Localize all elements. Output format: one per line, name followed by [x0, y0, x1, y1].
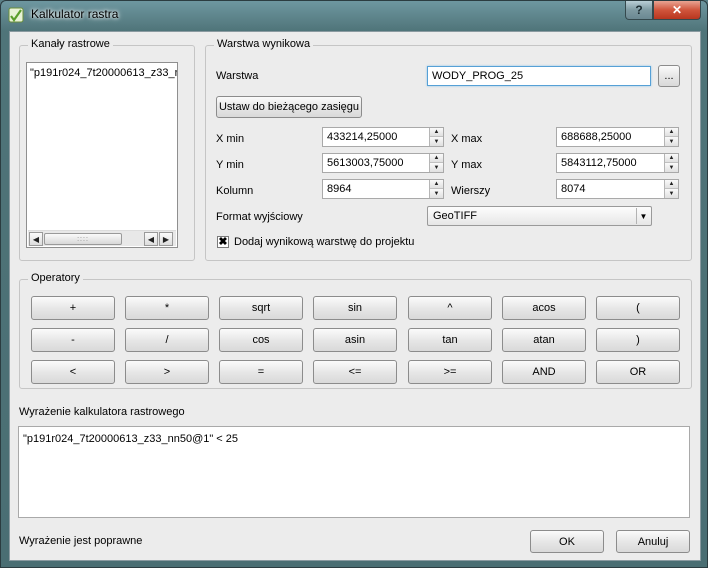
spin-buttons: ▲ ▼: [429, 128, 443, 146]
arrow-down-icon[interactable]: ▼: [665, 137, 678, 146]
operator-button[interactable]: sqrt: [219, 296, 303, 320]
list-item[interactable]: "p191r024_7t20000613_z33_r: [30, 67, 177, 79]
columns-value: 8964: [327, 183, 352, 195]
rows-spinbox[interactable]: 8074 ▲ ▼: [556, 179, 679, 199]
arrow-left-icon[interactable]: ◀: [29, 232, 43, 246]
arrow-up-icon[interactable]: ▲: [665, 128, 678, 137]
output-layer-field[interactable]: WODY_PROG_25: [427, 66, 651, 86]
ymin-label: Y min: [216, 159, 244, 171]
operator-button[interactable]: OR: [596, 360, 680, 384]
horizontal-scrollbar[interactable]: ◀ :::: ◀ ▶: [28, 230, 176, 246]
xmax-value: 688688,25000: [561, 131, 632, 143]
raster-calculator-window: Kalkulator rastra ? ✕ Kanały rastrowe "p…: [0, 0, 708, 568]
ymin-value: 5613003,75000: [327, 157, 404, 169]
qgis-raster-calculator-icon: [8, 7, 24, 23]
arrow-up-icon[interactable]: ▲: [665, 154, 678, 163]
xmin-value: 433214,25000: [327, 131, 398, 143]
ymin-spinbox[interactable]: 5613003,75000 ▲ ▼: [322, 153, 444, 173]
layer-label: Warstwa: [216, 70, 259, 82]
arrow-down-icon[interactable]: ▼: [665, 189, 678, 198]
ymax-label: Y max: [451, 159, 482, 171]
raster-bands-list[interactable]: "p191r024_7t20000613_z33_r ◀ :::: ◀ ▶: [26, 62, 178, 248]
expression-text: "p191r024_7t20000613_z33_nn50@1" < 25: [23, 433, 239, 445]
operator-button[interactable]: cos: [219, 328, 303, 352]
operator-button[interactable]: tan: [408, 328, 492, 352]
result-layer-group: Warstwa wynikowa Warstwa WODY_PROG_25 ..…: [205, 38, 692, 261]
rows-label: Wierszy: [451, 185, 491, 197]
arrow-up-icon[interactable]: ▲: [430, 128, 443, 137]
operator-button[interactable]: >=: [408, 360, 492, 384]
operator-button[interactable]: sin: [313, 296, 397, 320]
operator-button[interactable]: atan: [502, 328, 586, 352]
arrow-left-icon[interactable]: ◀: [144, 232, 158, 246]
expression-status: Wyrażenie jest poprawne: [19, 535, 143, 547]
arrow-up-icon[interactable]: ▲: [430, 180, 443, 189]
xmax-spinbox[interactable]: 688688,25000 ▲ ▼: [556, 127, 679, 147]
arrow-down-icon[interactable]: ▼: [430, 189, 443, 198]
result-layer-title: Warstwa wynikowa: [214, 38, 314, 50]
operator-button[interactable]: AND: [502, 360, 586, 384]
title-bar[interactable]: Kalkulator rastra ? ✕: [1, 1, 707, 29]
spin-buttons: ▲ ▼: [664, 154, 678, 172]
expression-editor[interactable]: "p191r024_7t20000613_z33_nn50@1" < 25: [18, 426, 690, 518]
ok-button[interactable]: OK: [530, 530, 604, 553]
arrow-up-icon[interactable]: ▲: [665, 180, 678, 189]
spin-buttons: ▲ ▼: [429, 180, 443, 198]
operators-title: Operatory: [28, 272, 83, 284]
spin-buttons: ▲ ▼: [664, 180, 678, 198]
format-value: GeoTIFF: [433, 210, 478, 222]
add-to-project-label: Dodaj wynikową warstwę do projektu: [234, 236, 415, 248]
close-button[interactable]: ✕: [653, 1, 701, 20]
columns-spinbox[interactable]: 8964 ▲ ▼: [322, 179, 444, 199]
raster-bands-title: Kanały rastrowe: [28, 38, 113, 50]
arrow-up-icon[interactable]: ▲: [430, 154, 443, 163]
output-format-select[interactable]: GeoTIFF ▼: [427, 206, 652, 226]
browse-button[interactable]: ...: [658, 65, 680, 87]
operator-button[interactable]: asin: [313, 328, 397, 352]
operator-button[interactable]: =: [219, 360, 303, 384]
operator-button[interactable]: ): [596, 328, 680, 352]
expression-label: Wyrażenie kalkulatora rastrowego: [19, 406, 185, 418]
add-to-project-checkbox[interactable]: ✖: [217, 236, 229, 248]
spin-buttons: ▲ ▼: [664, 128, 678, 146]
chevron-down-icon[interactable]: ▼: [636, 208, 650, 224]
rows-value: 8074: [561, 183, 586, 195]
window-title: Kalkulator rastra: [31, 7, 119, 21]
operator-button[interactable]: >: [125, 360, 209, 384]
xmin-label: X min: [216, 133, 245, 145]
arrow-down-icon[interactable]: ▼: [665, 163, 678, 172]
scrollbar-thumb[interactable]: ::::: [44, 233, 122, 245]
operator-button[interactable]: *: [125, 296, 209, 320]
arrow-down-icon[interactable]: ▼: [430, 163, 443, 172]
set-current-extent-button[interactable]: Ustaw do bieżącego zasięgu: [216, 96, 362, 118]
cancel-button[interactable]: Anuluj: [616, 530, 690, 553]
operator-button[interactable]: /: [125, 328, 209, 352]
operator-button[interactable]: (: [596, 296, 680, 320]
arrow-down-icon[interactable]: ▼: [430, 137, 443, 146]
operator-button[interactable]: <=: [313, 360, 397, 384]
spin-buttons: ▲ ▼: [429, 154, 443, 172]
operator-button[interactable]: acos: [502, 296, 586, 320]
operator-button[interactable]: -: [31, 328, 115, 352]
arrow-right-icon[interactable]: ▶: [159, 232, 173, 246]
operator-button[interactable]: +: [31, 296, 115, 320]
operator-button[interactable]: <: [31, 360, 115, 384]
dialog-client: Kanały rastrowe "p191r024_7t20000613_z33…: [9, 31, 701, 561]
operator-button[interactable]: ^: [408, 296, 492, 320]
operators-group: Operatory + * sqrt sin ^ acos ( - / cos …: [19, 272, 692, 389]
help-button[interactable]: ?: [625, 1, 653, 20]
xmin-spinbox[interactable]: 433214,25000 ▲ ▼: [322, 127, 444, 147]
format-label: Format wyjściowy: [216, 211, 303, 223]
xmax-label: X max: [451, 133, 483, 145]
columns-label: Kolumn: [216, 185, 254, 197]
ymax-spinbox[interactable]: 5843112,75000 ▲ ▼: [556, 153, 679, 173]
raster-bands-group: Kanały rastrowe "p191r024_7t20000613_z33…: [19, 38, 195, 261]
ymax-value: 5843112,75000: [561, 157, 637, 169]
